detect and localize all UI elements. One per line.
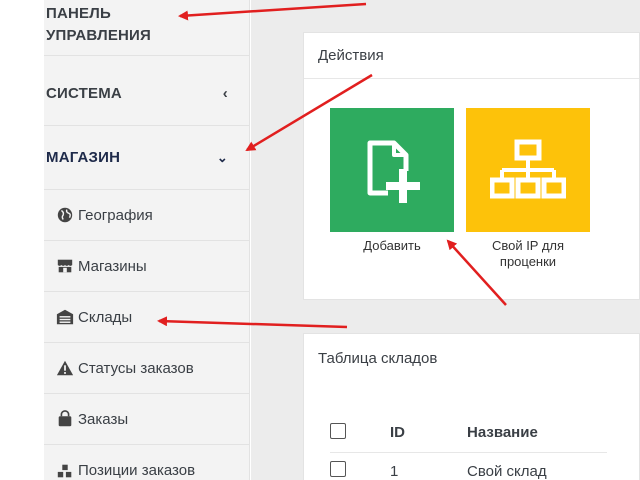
bag-icon	[58, 410, 72, 427]
cubes-icon	[57, 464, 72, 477]
sidebar-item-order-positions[interactable]: Позиции заказов	[44, 445, 250, 480]
chevron-down-icon: ⌄	[216, 149, 228, 165]
warehouses-title: Таблица складов	[318, 349, 438, 367]
actions-card: Действия Добавить Свой IP для проценки	[303, 32, 640, 300]
row-checkbox[interactable]	[330, 461, 346, 478]
warning-icon	[56, 360, 74, 376]
store-icon	[57, 259, 73, 273]
add-button[interactable]	[330, 108, 454, 232]
own-ip-button[interactable]	[466, 108, 590, 232]
main-content: Действия Добавить Свой IP для проценки Т…	[251, 0, 640, 480]
actions-title: Действия	[304, 33, 639, 79]
table-row[interactable]: 1 Свой склад	[330, 452, 607, 480]
warehouses-table: ID Название 1 Свой склад	[330, 414, 607, 480]
warehouses-card: Таблица складов ID Название 1 Свой склад	[303, 333, 640, 480]
sidebar-item-system[interactable]: СИСТЕМА ‹	[44, 62, 250, 126]
select-all-checkbox[interactable]	[330, 422, 346, 439]
sidebar-item-label: Заказы	[78, 410, 129, 428]
own-ip-label-line2: проценки	[499, 254, 557, 269]
own-ip-label: Свой IP для проценки	[466, 238, 590, 270]
chevron-left-icon: ‹	[222, 85, 228, 102]
sidebar-item-label: География	[78, 206, 153, 224]
sidebar-item-label: Позиции заказов	[78, 462, 196, 479]
sidebar-item-orders[interactable]: Заказы	[44, 394, 250, 445]
shop-label: МАГАЗИН	[46, 149, 121, 166]
sidebar: ПАНЕЛЬ УПРАВЛЕНИЯ СИСТЕМА ‹ МАГАЗИН ⌄ Ге…	[44, 0, 250, 480]
row-name: Свой склад	[467, 462, 547, 480]
column-id[interactable]: ID	[390, 414, 467, 452]
add-file-icon	[367, 140, 420, 203]
sidebar-item-warehouses[interactable]: Склады	[44, 292, 250, 343]
sidebar-item-label: Магазины	[78, 257, 147, 275]
sidebar-item-label: Статусы заказов	[78, 359, 194, 377]
table-header-row: ID Название	[330, 414, 607, 452]
sidebar-item-stores[interactable]: Магазины	[44, 241, 250, 292]
network-icon	[490, 139, 566, 199]
row-id: 1	[390, 462, 399, 480]
system-label: СИСТЕМА	[46, 85, 122, 102]
panel-title-line1: ПАНЕЛЬ	[46, 4, 111, 22]
warehouse-icon	[56, 309, 74, 325]
globe-icon	[57, 207, 73, 223]
add-tile[interactable]: Добавить	[330, 108, 454, 254]
panel-title-line2: УПРАВЛЕНИЯ	[46, 26, 152, 44]
row-select-cell	[330, 452, 390, 480]
sidebar-item-geography[interactable]: География	[44, 190, 250, 241]
sidebar-item-shop[interactable]: МАГАЗИН ⌄	[44, 126, 250, 190]
own-ip-label-line1: Свой IP для	[491, 238, 565, 253]
sidebar-item-label: Склады	[78, 308, 133, 326]
own-ip-tile[interactable]: Свой IP для проценки	[466, 108, 590, 270]
sidebar-item-order-statuses[interactable]: Статусы заказов	[44, 343, 250, 394]
add-label: Добавить	[363, 238, 421, 253]
select-all-cell	[330, 414, 390, 452]
column-name[interactable]: Название	[467, 414, 607, 452]
sidebar-panel-title[interactable]: ПАНЕЛЬ УПРАВЛЕНИЯ	[44, 0, 250, 56]
